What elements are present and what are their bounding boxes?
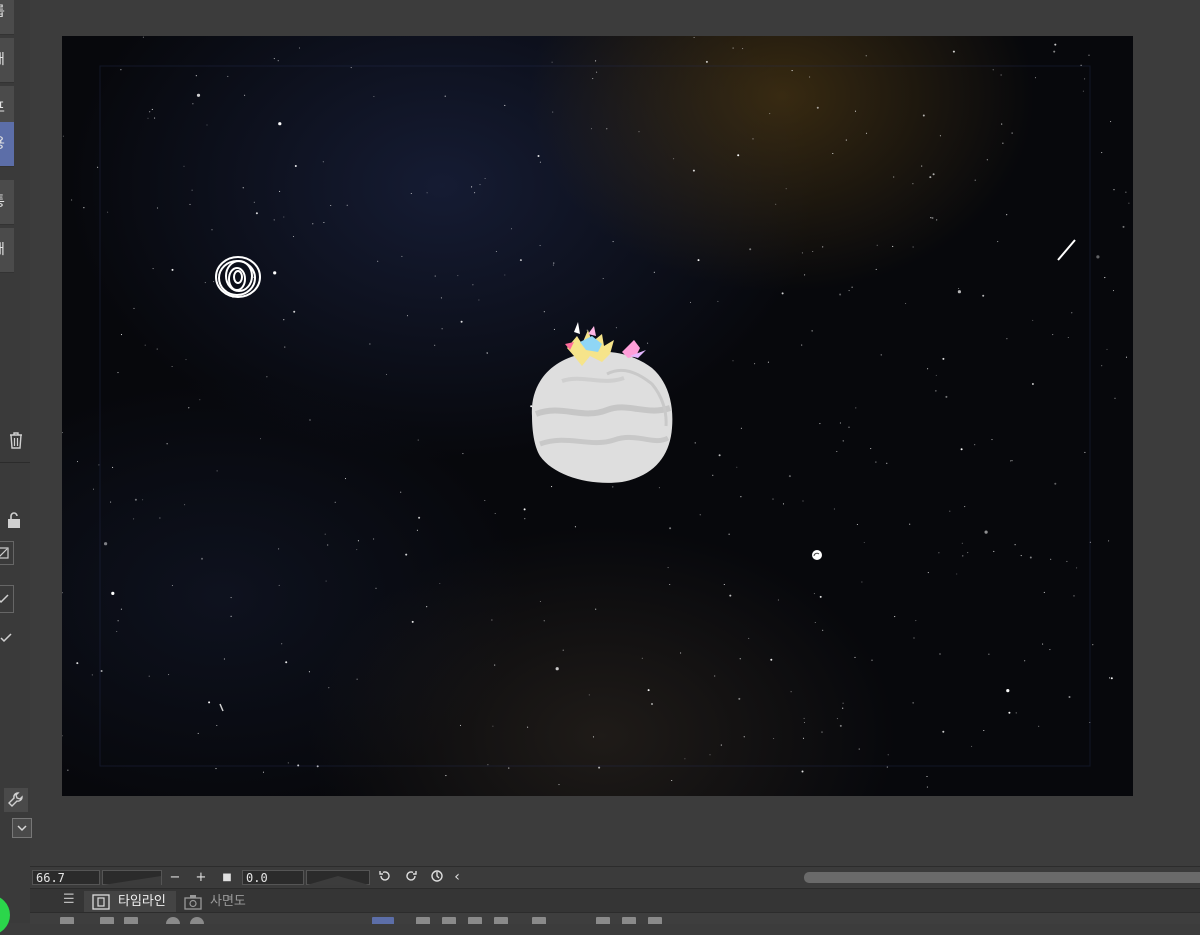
horizontal-scrollbar[interactable]	[804, 872, 1200, 883]
zoom-out-button[interactable]: −	[166, 869, 184, 886]
rotate-ccw-icon[interactable]	[376, 869, 394, 886]
layer-icon[interactable]	[0, 541, 14, 565]
tab-timeline[interactable]: 타임라인	[84, 891, 176, 913]
timeline-toolbar	[30, 912, 1200, 924]
view-control-bar: 66.7 − + ■ 0.0 ‹	[30, 866, 1200, 887]
palette-menu-item-2[interactable]: 애	[0, 38, 14, 83]
zoom-reset-button[interactable]: ■	[218, 869, 236, 886]
panel-menu-button[interactable]: ☰	[63, 892, 75, 907]
tiny-streak	[219, 703, 224, 712]
collapse-button[interactable]: ‹	[450, 869, 464, 886]
tab-side-view[interactable]: 사면도	[176, 891, 256, 913]
rotate-cw-icon[interactable]	[402, 869, 420, 886]
zoom-field[interactable]: 66.7	[32, 870, 100, 885]
status-indicator	[0, 895, 10, 935]
palette-menu-item-4[interactable]: 용	[0, 122, 14, 167]
reset-rotation-icon[interactable]	[428, 869, 446, 886]
divider	[0, 462, 30, 463]
tab-timeline-label: 타임라인	[118, 894, 166, 909]
small-moon	[812, 550, 822, 560]
palette-menu-item-6[interactable]: 애	[0, 228, 14, 273]
left-palette-strip: 룹 애 프 용 통 애	[0, 0, 32, 935]
check-icon[interactable]	[0, 626, 18, 650]
zoom-in-button[interactable]: +	[192, 869, 210, 886]
wrench-icon[interactable]	[4, 788, 28, 812]
film-icon	[92, 894, 110, 910]
palette-menu-item-5[interactable]: 통	[0, 180, 14, 225]
timeline-tab-bar: ☰ 타임라인 사면도	[30, 888, 1200, 913]
drawing-canvas[interactable]	[62, 36, 1133, 796]
grey-planet	[531, 351, 673, 483]
checkbox-icon[interactable]	[0, 585, 14, 613]
rotation-slider[interactable]	[306, 870, 370, 885]
dropdown-icon[interactable]	[12, 818, 32, 838]
tab-side-view-label: 사면도	[210, 894, 246, 909]
lock-icon[interactable]	[2, 508, 26, 532]
scribble-circle	[215, 256, 261, 298]
rotation-field[interactable]: 0.0	[242, 870, 304, 885]
camera-icon	[184, 895, 202, 910]
shooting-star	[1057, 239, 1076, 261]
palette-menu-item-1[interactable]: 룹	[0, 0, 14, 35]
artwork-layer	[99, 65, 1091, 767]
trash-icon[interactable]	[4, 428, 28, 452]
zoom-slider[interactable]	[102, 870, 162, 885]
